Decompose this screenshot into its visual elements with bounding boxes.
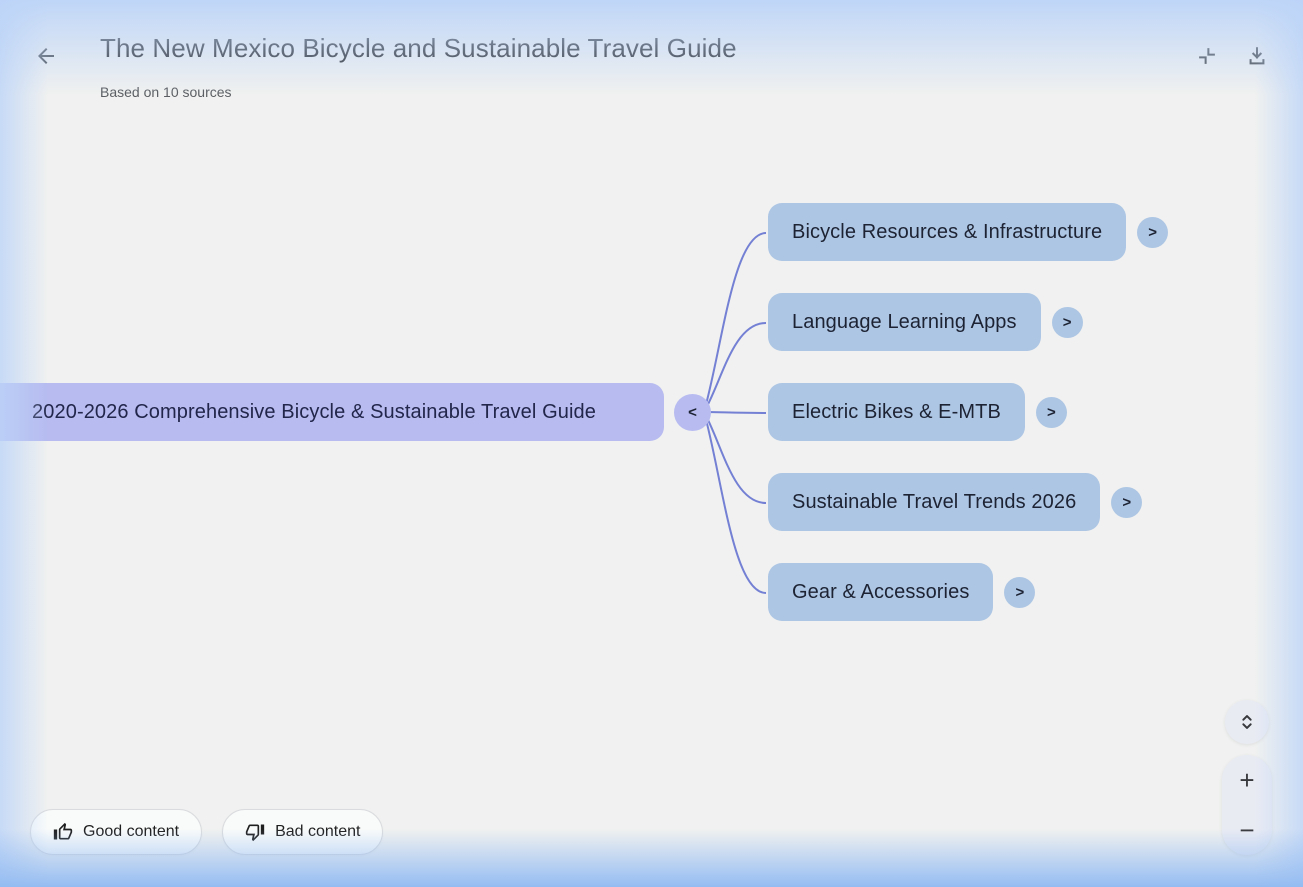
- header-actions: [1187, 36, 1277, 76]
- back-button[interactable]: [26, 36, 66, 76]
- bad-content-button[interactable]: Bad content: [222, 809, 383, 855]
- page-title: The New Mexico Bicycle and Sustainable T…: [100, 33, 737, 64]
- expand-collapse-all-button[interactable]: [1225, 700, 1269, 744]
- download-icon: [1246, 45, 1268, 67]
- child-node-bicycle-resources[interactable]: Bicycle Resources & Infrastructure: [768, 203, 1126, 261]
- good-content-button[interactable]: Good content: [30, 809, 202, 855]
- source-count-label: Based on 10 sources: [100, 84, 232, 100]
- child-node-gear-accessories[interactable]: Gear & Accessories: [768, 563, 993, 621]
- child-node-row: Gear & Accessories >: [768, 563, 1035, 621]
- zoom-in-button[interactable]: +: [1222, 755, 1272, 805]
- expand-button[interactable]: >: [1052, 307, 1083, 338]
- child-node-row: Language Learning Apps >: [768, 293, 1083, 351]
- collapse-view-button[interactable]: [1187, 36, 1227, 76]
- root-node-row: 2020-2026 Comprehensive Bicycle & Sustai…: [0, 383, 711, 441]
- child-node-row: Electric Bikes & E-MTB >: [768, 383, 1067, 441]
- zoom-controls: + −: [1222, 755, 1272, 855]
- thumb-up-icon: [53, 822, 73, 842]
- expand-button[interactable]: >: [1137, 217, 1168, 248]
- child-node-row: Bicycle Resources & Infrastructure >: [768, 203, 1168, 261]
- root-node[interactable]: 2020-2026 Comprehensive Bicycle & Sustai…: [0, 383, 664, 441]
- thumb-down-icon: [245, 822, 265, 842]
- unfold-vertical-icon: [1236, 711, 1258, 733]
- feedback-bar: Good content Bad content: [30, 809, 383, 855]
- root-collapse-button[interactable]: <: [674, 394, 711, 431]
- expand-button[interactable]: >: [1036, 397, 1067, 428]
- child-node-electric-bikes[interactable]: Electric Bikes & E-MTB: [768, 383, 1025, 441]
- collapse-icon: [1196, 45, 1218, 67]
- back-arrow-icon: [34, 44, 58, 68]
- expand-button[interactable]: >: [1004, 577, 1035, 608]
- connector-lines: [0, 0, 1303, 887]
- header: The New Mexico Bicycle and Sustainable T…: [0, 0, 1303, 120]
- download-button[interactable]: [1237, 36, 1277, 76]
- expand-button[interactable]: >: [1111, 487, 1142, 518]
- bad-content-label: Bad content: [275, 823, 360, 841]
- child-node-sustainable-travel[interactable]: Sustainable Travel Trends 2026: [768, 473, 1100, 531]
- child-node-row: Sustainable Travel Trends 2026 >: [768, 473, 1142, 531]
- mindmap-canvas[interactable]: 2020-2026 Comprehensive Bicycle & Sustai…: [0, 0, 1303, 887]
- zoom-out-button[interactable]: −: [1222, 805, 1272, 855]
- child-node-language-apps[interactable]: Language Learning Apps: [768, 293, 1041, 351]
- good-content-label: Good content: [83, 823, 179, 841]
